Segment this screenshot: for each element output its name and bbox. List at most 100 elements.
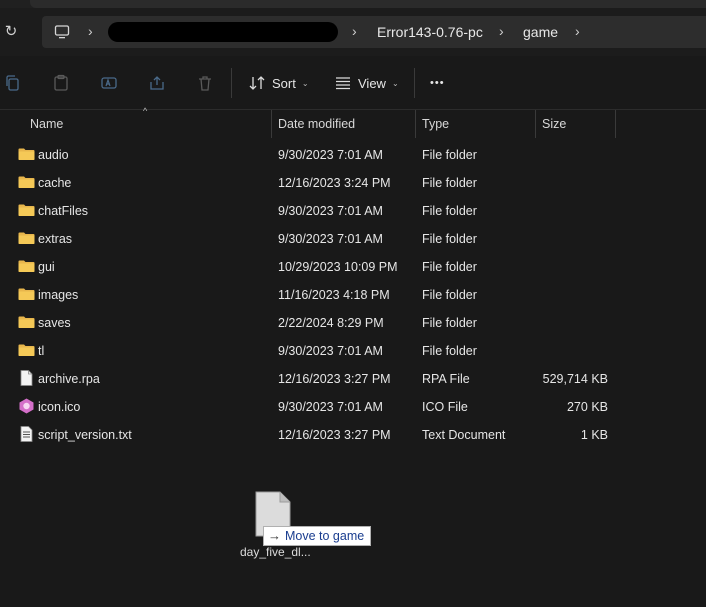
file-row[interactable]: cache 12/16/2023 3:24 PM File folder	[0, 169, 706, 197]
sort-button[interactable]: Sort ⌄	[248, 73, 309, 93]
view-label: View	[358, 75, 386, 91]
file-name: icon.ico	[38, 400, 81, 414]
file-row[interactable]: saves 2/22/2024 8:29 PM File folder	[0, 309, 706, 337]
text-file-icon	[18, 426, 35, 442]
sort-label: Sort	[272, 75, 296, 91]
view-icon	[336, 77, 350, 90]
file-type: Text Document	[422, 428, 506, 442]
file-size: 270 KB	[566, 400, 608, 414]
tab-edge	[30, 0, 706, 8]
column-name[interactable]: Name	[24, 110, 271, 138]
more-options-button[interactable]: •••	[430, 73, 445, 93]
breadcrumb-current[interactable]: game	[523, 24, 558, 40]
redacted-path-segment	[108, 22, 338, 42]
file-row[interactable]: script_version.txt 12/16/2023 3:27 PM Text…	[0, 421, 706, 449]
folder-icon	[18, 286, 35, 302]
toolbar-divider	[414, 68, 415, 98]
ico-file-icon	[18, 398, 35, 414]
file-type: File folder	[422, 204, 477, 218]
folder-icon	[18, 174, 35, 190]
file-row[interactable]: chatFiles 9/30/2023 7:01 AM File folder	[0, 197, 706, 225]
file-name: script_version.txt	[38, 428, 132, 442]
file-row[interactable]: images 11/16/2023 4:18 PM File folder	[0, 281, 706, 309]
file-date-modified: 9/30/2023 7:01 AM	[278, 232, 383, 246]
file-row[interactable]: audio 9/30/2023 7:01 AM File folder	[0, 141, 706, 169]
breadcrumb-folder[interactable]: Error143-0.76-pc	[377, 24, 483, 40]
refresh-icon[interactable]: ↻	[2, 23, 20, 41]
file-name: archive.rpa	[38, 372, 100, 386]
column-divider	[615, 110, 616, 138]
drag-tooltip: → Move to game	[263, 526, 372, 546]
breadcrumb-separator[interactable]: ›	[88, 23, 93, 39]
file-name: extras	[38, 232, 73, 246]
chevron-down-icon: ⌄	[301, 78, 309, 88]
folder-icon	[18, 314, 35, 330]
folder-icon	[18, 146, 35, 162]
breadcrumb-separator[interactable]: ›	[575, 23, 580, 39]
folder-icon	[18, 342, 35, 358]
view-button[interactable]: View ⌄	[334, 73, 399, 93]
file-date-modified: 12/16/2023 3:27 PM	[278, 372, 391, 386]
file-icon	[18, 370, 35, 386]
breadcrumb-separator[interactable]: ›	[499, 23, 504, 39]
file-date-modified: 9/30/2023 7:01 AM	[278, 204, 383, 218]
column-type[interactable]: Type	[415, 110, 535, 138]
file-type: File folder	[422, 176, 477, 190]
this-pc-icon[interactable]	[54, 24, 70, 40]
file-type: File folder	[422, 288, 477, 302]
address-row: ↻ › › Error143-0.76-pc › game ›	[0, 8, 706, 56]
file-name: audio	[38, 148, 69, 162]
file-size: 1 KB	[580, 428, 608, 442]
file-name: gui	[38, 260, 55, 274]
paste-icon[interactable]	[52, 74, 70, 92]
drag-tooltip-text: Move to game	[285, 529, 365, 543]
file-type: File folder	[422, 344, 477, 358]
toolbar-divider	[231, 68, 232, 98]
file-date-modified: 9/30/2023 7:01 AM	[278, 400, 383, 414]
file-type: File folder	[422, 232, 477, 246]
file-row[interactable]: archive.rpa 12/16/2023 3:27 PM RPA File 529…	[0, 365, 706, 393]
tab-strip	[0, 0, 706, 8]
delete-icon[interactable]	[196, 74, 214, 92]
file-date-modified: 2/22/2024 8:29 PM	[278, 316, 384, 330]
file-date-modified: 12/16/2023 3:24 PM	[278, 176, 391, 190]
file-type: RPA File	[422, 372, 470, 386]
folder-icon	[18, 230, 35, 246]
share-icon[interactable]	[148, 74, 166, 92]
copy-icon[interactable]	[4, 74, 22, 92]
folder-icon	[18, 202, 35, 218]
more-icon: •••	[430, 77, 445, 89]
file-size: 529,714 KB	[542, 372, 608, 386]
file-name: cache	[38, 176, 72, 190]
file-name: saves	[38, 316, 71, 330]
column-header: ^ Name Date modified Type Size	[0, 106, 706, 138]
file-name: chatFiles	[38, 204, 89, 218]
file-row[interactable]: icon.ico 9/30/2023 7:01 AM ICO File 270 KB	[0, 393, 706, 421]
file-row[interactable]: tl 9/30/2023 7:01 AM File folder	[0, 337, 706, 365]
dragged-file-name: day_five_dl...	[240, 545, 311, 559]
file-row[interactable]: gui 10/29/2023 10:09 PM File folder	[0, 253, 706, 281]
file-name: tl	[38, 344, 45, 358]
column-date-modified[interactable]: Date modified	[271, 110, 415, 138]
file-date-modified: 9/30/2023 7:01 AM	[278, 344, 383, 358]
rename-icon[interactable]	[100, 74, 118, 92]
file-name: images	[38, 288, 79, 302]
file-list: audio 9/30/2023 7:01 AM File folder cache 12…	[0, 141, 706, 449]
file-type: ICO File	[422, 400, 468, 414]
file-type: File folder	[422, 316, 477, 330]
file-date-modified: 10/29/2023 10:09 PM	[278, 260, 398, 274]
file-date-modified: 9/30/2023 7:01 AM	[278, 148, 383, 162]
arrow-right-icon: →	[268, 528, 281, 543]
folder-icon	[18, 258, 35, 274]
chevron-down-icon: ⌄	[391, 78, 399, 88]
breadcrumb-separator[interactable]: ›	[352, 23, 357, 39]
file-type: File folder	[422, 148, 477, 162]
file-date-modified: 12/16/2023 3:27 PM	[278, 428, 391, 442]
column-size[interactable]: Size	[535, 110, 615, 138]
file-type: File folder	[422, 260, 477, 274]
file-row[interactable]: extras 9/30/2023 7:01 AM File folder	[0, 225, 706, 253]
file-date-modified: 11/16/2023 4:18 PM	[278, 288, 390, 302]
address-bar[interactable]: › › Error143-0.76-pc › game ›	[42, 16, 706, 48]
sort-icon	[249, 76, 265, 90]
command-bar: Sort ⌄ View ⌄ •••	[0, 56, 706, 110]
